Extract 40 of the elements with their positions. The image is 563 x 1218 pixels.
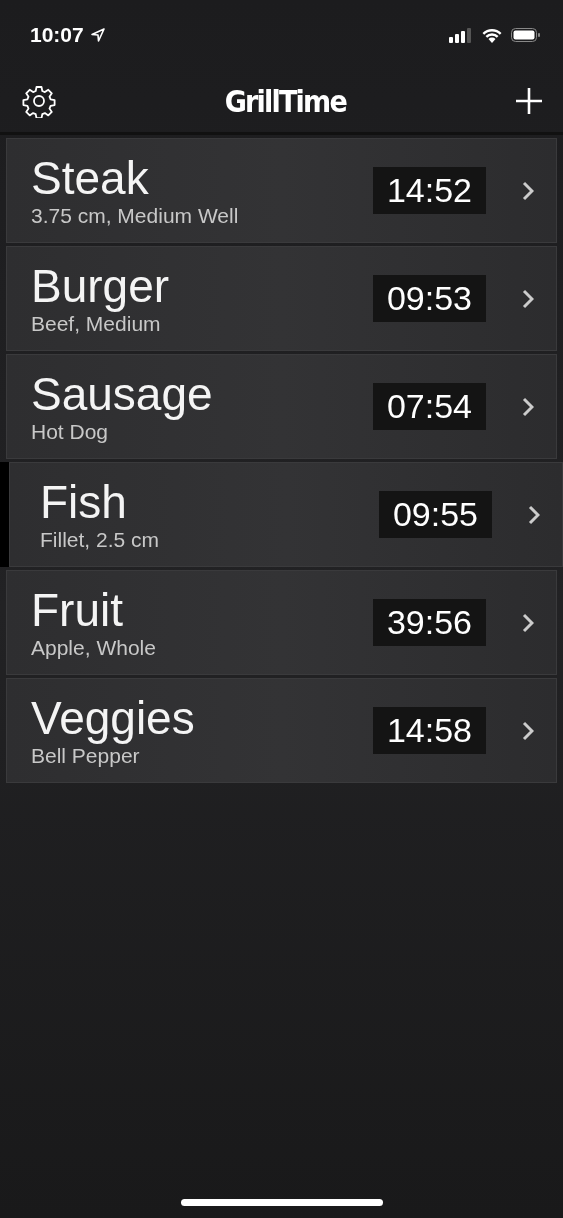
food-name: Veggies — [31, 692, 196, 743]
food-row[interactable]: Burger Beef, Medium 09:53 — [6, 246, 557, 351]
chevron-icon — [522, 720, 534, 741]
timer-display: 07:54 — [372, 383, 486, 430]
plus-icon — [515, 87, 543, 115]
chevron-icon — [522, 288, 534, 309]
timer-display: 14:52 — [372, 167, 486, 214]
timer-display: 09:55 — [378, 491, 492, 538]
food-name: Fish — [40, 476, 128, 527]
chevron-icon — [522, 396, 534, 417]
signal-icon — [449, 27, 473, 43]
food-row[interactable]: Steak 3.75 cm, Medium Well 14:52 — [6, 138, 557, 243]
battery-icon — [511, 27, 541, 43]
timer-display: 09:53 — [372, 275, 486, 322]
food-detail: Fillet, 2.5 cm — [40, 526, 161, 553]
settings-icon — [22, 84, 56, 118]
status-time: 10:07 — [30, 23, 84, 47]
food-row[interactable]: Fish Fillet, 2.5 cm 09:55 — [9, 462, 563, 567]
chevron-icon — [522, 180, 534, 201]
food-row[interactable]: Veggies Bell Pepper 14:58 — [6, 678, 557, 783]
settings-button[interactable] — [22, 84, 56, 118]
timer-display: 39:56 — [372, 599, 486, 646]
food-row[interactable]: Fruit Apple, Whole 39:56 — [6, 570, 557, 675]
timer-display: 14:58 — [372, 707, 486, 754]
food-detail: Beef, Medium — [31, 311, 161, 337]
food-detail: Bell Pepper — [31, 743, 140, 769]
food-name: Fruit — [31, 584, 124, 635]
food-detail: Hot Dog — [31, 419, 109, 445]
app-logo: GrillTime — [224, 83, 347, 119]
add-button[interactable] — [515, 87, 543, 115]
food-name: Burger — [31, 260, 171, 311]
food-detail: 3.75 cm, Medium Well — [31, 202, 240, 229]
wifi-icon — [481, 27, 503, 43]
food-row[interactable]: Sausage Hot Dog 07:54 — [6, 354, 557, 459]
food-detail: Apple, Whole — [31, 634, 157, 661]
food-name: Steak — [31, 152, 150, 203]
location-arrow-icon — [89, 27, 106, 43]
food-name: Sausage — [31, 368, 214, 419]
chevron-icon — [528, 504, 540, 525]
chevron-icon — [522, 612, 534, 633]
